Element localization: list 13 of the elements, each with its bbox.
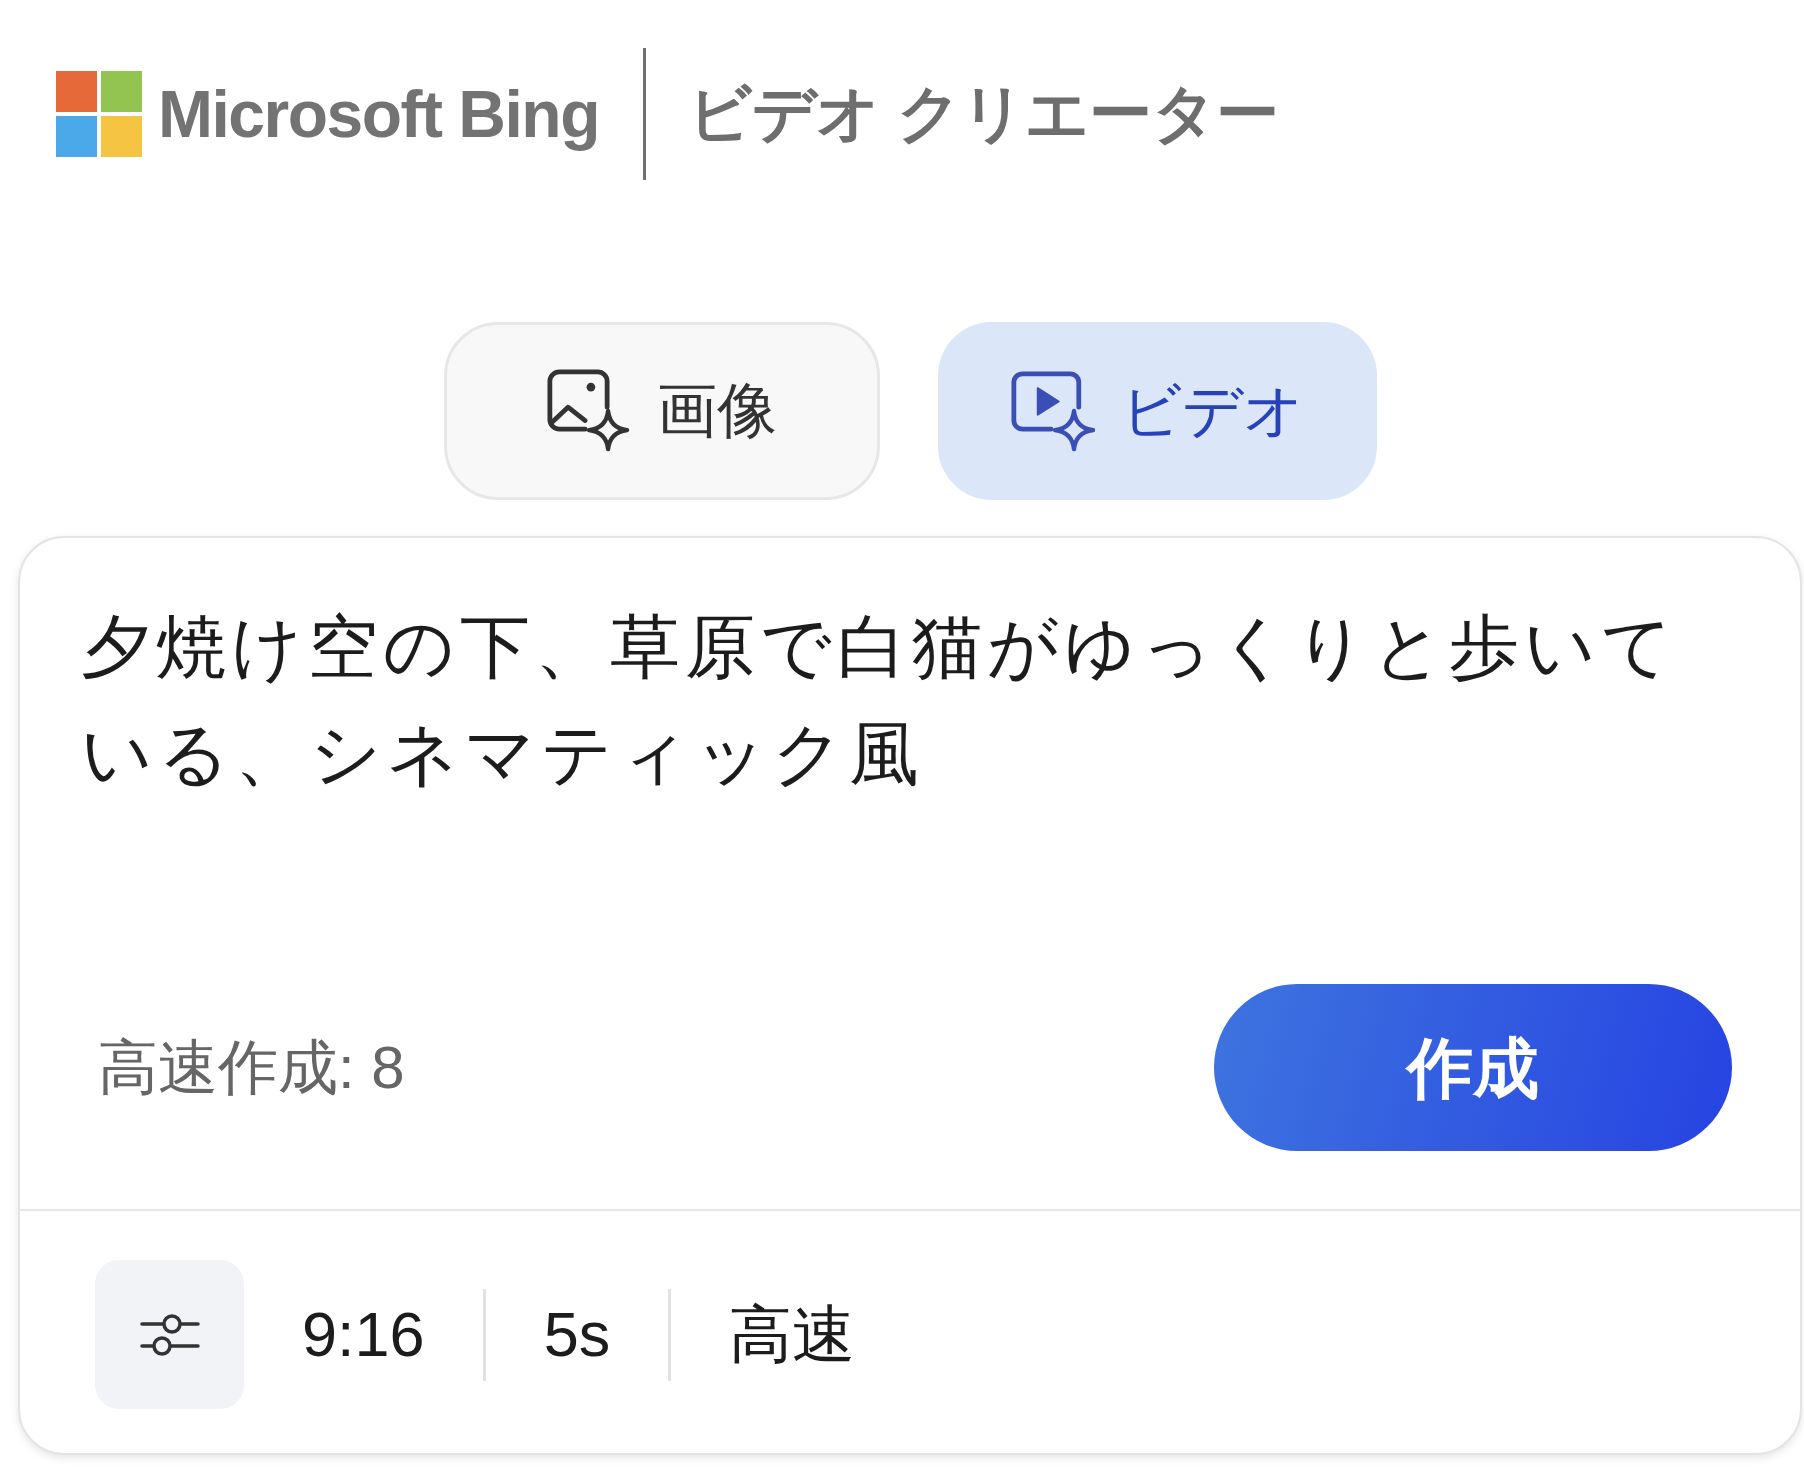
settings-button[interactable] — [95, 1260, 244, 1409]
prompt-field[interactable]: 夕焼け空の下、草原で白猫がゆっくりと歩いている、シネマティック風 — [20, 538, 1800, 984]
image-sparkle-icon — [546, 369, 631, 453]
play-sparkle-icon — [1010, 369, 1095, 453]
boost-count: 高速作成: 8 — [98, 1034, 405, 1101]
option-button[interactable]: 9:16 — [302, 1299, 425, 1370]
option-button[interactable]: 5s — [543, 1299, 611, 1370]
mode-tab[interactable]: 画像 — [443, 322, 880, 500]
brand-name: Microsoft Bing — [158, 77, 599, 151]
option-button[interactable]: 高速 — [729, 1299, 856, 1370]
mode-tab[interactable]: ビデオ — [937, 322, 1377, 500]
create-button[interactable]: 作成 — [1214, 984, 1732, 1151]
product-title: ビデオ クリエーター — [687, 79, 1280, 149]
